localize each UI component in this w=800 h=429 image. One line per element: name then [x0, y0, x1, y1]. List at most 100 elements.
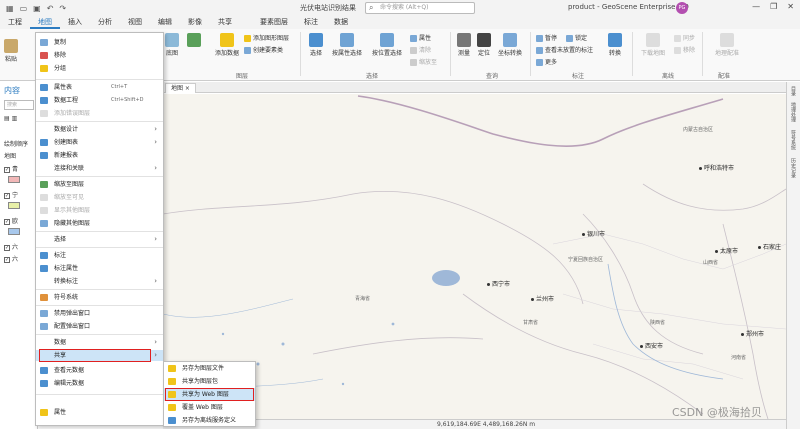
add-data-button[interactable]: 添加数据 — [212, 33, 242, 57]
tab-imagery[interactable]: 影像 — [180, 17, 210, 29]
basemap-button[interactable]: 底图 — [165, 33, 179, 57]
menu-item-convert-labels[interactable]: 转换标注 › — [36, 276, 163, 287]
menu-item-remove[interactable]: 移除 — [36, 50, 163, 61]
tab-project[interactable]: 工程 — [0, 17, 30, 29]
undo-icon[interactable]: ↶ — [47, 4, 54, 13]
menu-item-configure-popups[interactable]: 配置弹出窗口 — [36, 321, 163, 332]
menu-item-properties[interactable]: 属性 — [36, 407, 163, 418]
tab-insert[interactable]: 插入 — [60, 17, 90, 29]
layer-item-c[interactable]: ✓ 欧 — [4, 216, 18, 225]
download-map-button[interactable]: 下载地图 — [638, 33, 668, 57]
menu-item-view-metadata[interactable]: 查看元数据 — [36, 365, 163, 376]
menu-item-label-properties[interactable]: 标注属性 — [36, 263, 163, 274]
coordinate-conversion-button[interactable]: 坐标转换 — [496, 33, 524, 57]
contents-search-input[interactable]: 搜索 — [4, 100, 34, 110]
menu-item-data-design[interactable]: 数据设计 › — [36, 124, 163, 135]
pause-labels-button[interactable]: 暂停 — [536, 33, 557, 42]
create-feature-class-button[interactable]: 创建要素类 — [244, 45, 283, 54]
symbol-swatch[interactable] — [8, 176, 20, 183]
menu-item-selection[interactable]: 选择 › — [36, 234, 163, 245]
tab-edit[interactable]: 编辑 — [150, 17, 180, 29]
layer-item-d[interactable]: ✓ 六 — [4, 242, 18, 251]
layer-checkbox[interactable]: ✓ — [4, 166, 10, 173]
add-graphics-layer-button[interactable]: 添加图形图层 — [244, 33, 289, 42]
redo-icon[interactable]: ↷ — [59, 4, 66, 13]
locate-button[interactable]: 定位 — [476, 33, 492, 57]
map-view[interactable]: 呼和浩特市 银川市 西宁市 兰州市 西安市 太原市 石家庄 郑州市 内蒙古自治区… — [163, 94, 786, 419]
sync-button[interactable]: 同步 — [674, 33, 695, 42]
menu-item-show-other-layers[interactable]: 显示其他图层 — [36, 205, 163, 216]
menu-item-group[interactable]: 分组 — [36, 63, 163, 74]
view-unplaced-labels-button[interactable]: 查看未放置的标注 — [536, 45, 593, 54]
submenu-item-save-layer-file[interactable]: 另存为图层文件 — [164, 362, 255, 375]
menu-item-edit-metadata[interactable]: 编辑元数据 — [36, 378, 163, 389]
more-button[interactable]: 更多 — [536, 57, 557, 66]
menu-item-copy[interactable]: 复制 — [36, 37, 163, 48]
city-name: 太原市 — [720, 248, 739, 255]
tab-labeling[interactable]: 标注 — [296, 17, 326, 29]
menu-item-symbology[interactable]: 符号系统 — [36, 292, 163, 303]
tab-feature-layer[interactable]: 要素图层 — [252, 17, 296, 29]
menu-item-new-report[interactable]: 新建报表 — [36, 150, 163, 161]
save-icon[interactable]: ▣ — [33, 4, 41, 13]
clear-selection-button[interactable]: 清除 — [410, 45, 431, 54]
command-search-input[interactable]: ⌕ 命令搜索 (Alt+Q) — [365, 2, 475, 14]
measure-button[interactable]: 测量 — [456, 33, 472, 57]
menu-item-add-error-layer[interactable]: 添加错误图层 — [36, 108, 163, 119]
list-by-drawing-order-icon[interactable]: ▤ ▥ — [4, 115, 17, 122]
close-icon[interactable]: ✕ — [787, 2, 794, 11]
menu-item-hide-other-layers[interactable]: 隐藏其他图层 — [36, 218, 163, 229]
minimize-icon[interactable]: — — [752, 2, 760, 11]
lock-labels-button[interactable]: 锁定 — [566, 33, 587, 42]
tab-view[interactable]: 视图 — [120, 17, 150, 29]
dock-tab-symbology[interactable]: 符号系统 — [790, 130, 797, 150]
layer-item-e[interactable]: ✓ 六 — [4, 254, 18, 263]
new-project-icon[interactable]: ▦ — [6, 4, 14, 13]
menu-item-zoom-to-visible[interactable]: 缩放至可见 — [36, 192, 163, 203]
layer-item-a[interactable]: ✓ 青 — [4, 164, 18, 173]
menu-item-attribute-table[interactable]: 属性表 Ctrl+T — [36, 82, 163, 93]
dock-tab-geoprocessing[interactable]: 地理处理 — [790, 102, 797, 122]
select-button[interactable]: 选择 — [306, 33, 326, 57]
dock-tab-catalog[interactable]: 目录 — [790, 86, 797, 96]
grid-icon — [187, 33, 201, 47]
submenu-item-save-offline-service[interactable]: 另存为离线服务定义 — [164, 414, 255, 427]
georeference-button[interactable]: 地理配准 — [712, 33, 742, 57]
tab-data[interactable]: 数据 — [326, 17, 356, 29]
menu-item-data[interactable]: 数据 › — [36, 337, 163, 348]
avatar[interactable]: PG — [676, 2, 688, 14]
map-view-tab[interactable]: 地图 × — [165, 83, 196, 93]
menu-item-zoom-to-layer[interactable]: 缩放至图层 — [36, 179, 163, 190]
symbol-swatch[interactable] — [8, 202, 20, 209]
tab-map[interactable]: 地图 — [30, 17, 60, 29]
menu-item-joins-relates[interactable]: 连接和关联 › — [36, 163, 163, 174]
symbol-swatch[interactable] — [8, 228, 20, 235]
restore-icon[interactable]: ❐ — [770, 2, 777, 11]
layer-checkbox[interactable]: ✓ — [4, 256, 10, 263]
menu-item-create-chart[interactable]: 创建图表 › — [36, 137, 163, 148]
basemap-gallery-button[interactable] — [187, 33, 201, 48]
paste-button[interactable]: 粘贴 — [4, 39, 18, 63]
open-folder-icon[interactable]: ▭ — [20, 4, 28, 13]
remove-offline-button[interactable]: 移除 — [674, 45, 695, 54]
menu-item-data-engineering[interactable]: 数据工程 Ctrl+Shift+D — [36, 95, 163, 106]
submenu-item-overwrite-web-layer[interactable]: 覆盖 Web 图层 — [164, 401, 255, 414]
menu-item-disable-popups[interactable]: 禁用弹出窗口 — [36, 308, 163, 319]
select-by-location-button[interactable]: 按位置选择 — [370, 33, 404, 57]
zoom-to-selection-button[interactable]: 缩放至 — [410, 57, 437, 66]
dock-tab-history[interactable]: 历史记录 — [790, 158, 797, 178]
convert-button[interactable]: 转换 — [606, 33, 624, 57]
tab-share[interactable]: 共享 — [210, 17, 240, 29]
tab-analysis[interactable]: 分析 — [90, 17, 120, 29]
submenu-item-share-layer-package[interactable]: 共享为图层包 — [164, 375, 255, 388]
attributes-button[interactable]: 属性 — [410, 33, 431, 42]
layer-item-b[interactable]: ✓ 宁 — [4, 190, 18, 199]
menu-item-label[interactable]: 标注 — [36, 250, 163, 261]
layer-checkbox[interactable]: ✓ — [4, 244, 10, 251]
menu-label: 分组 — [54, 65, 67, 72]
map-tree-item[interactable]: 地图 — [4, 151, 16, 160]
select-by-attributes-button[interactable]: 按属性选择 — [330, 33, 364, 57]
layer-checkbox[interactable]: ✓ — [4, 218, 10, 225]
submenu-arrow-icon: › — [154, 125, 157, 133]
layer-checkbox[interactable]: ✓ — [4, 192, 10, 199]
